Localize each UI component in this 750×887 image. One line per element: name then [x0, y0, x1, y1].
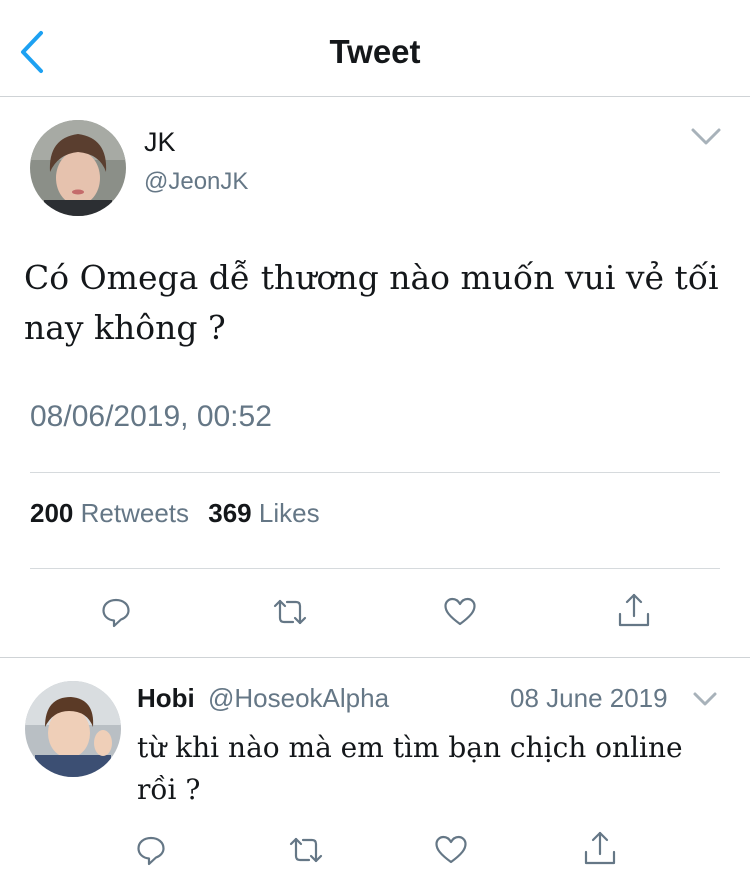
tweet-timestamp: 08/06/2019, 00:52 — [30, 400, 272, 433]
retweet-icon — [289, 837, 323, 863]
retweets-stat[interactable]: 200 Retweets — [30, 498, 189, 529]
like-button[interactable] — [440, 592, 480, 632]
reply-reply-button[interactable] — [131, 830, 171, 870]
likes-count: 369 — [208, 498, 252, 528]
chevron-down-icon — [691, 128, 721, 145]
reply-text: từ khi nào mà em tìm bạn chịch online rồ… — [137, 731, 683, 806]
heart-icon — [435, 835, 467, 864]
share-icon — [618, 593, 650, 627]
author-name[interactable]: JK — [144, 127, 176, 158]
chevron-down-icon — [693, 692, 717, 706]
retweets-label: Retweets — [80, 498, 190, 528]
tweet-text: Có Omega dễ thương nào muốn vui vẻ tối n… — [24, 258, 719, 347]
avatar-jk[interactable] — [30, 120, 126, 216]
retweet-icon — [273, 599, 307, 625]
share-icon — [584, 831, 616, 865]
tweet-stats: 200 Retweets 369 Likes — [30, 498, 320, 529]
likes-stat[interactable]: 369 Likes — [208, 498, 319, 529]
reply-retweet-button[interactable] — [286, 830, 326, 870]
author-handle[interactable]: @JeonJK — [144, 168, 248, 196]
reply-icon — [102, 598, 130, 628]
divider — [30, 472, 720, 473]
reply-icon — [137, 836, 165, 866]
top-bar: Tweet — [0, 0, 750, 97]
page-title: Tweet — [329, 33, 421, 70]
tweet-menu-button[interactable] — [690, 126, 722, 148]
divider — [30, 568, 720, 569]
share-button[interactable] — [614, 590, 654, 630]
avatar-hobi[interactable] — [25, 681, 121, 777]
reply-author-name[interactable]: Hobi — [137, 683, 195, 714]
reply-like-button[interactable] — [431, 830, 471, 870]
reply-date: 08 June 2019 — [510, 683, 668, 713]
likes-label: Likes — [258, 498, 320, 528]
reply-menu-button[interactable] — [692, 691, 718, 709]
reply-author-handle[interactable]: @HoseokAlpha — [208, 683, 389, 714]
section-divider — [0, 657, 750, 658]
heart-icon — [444, 597, 476, 626]
retweet-button[interactable] — [270, 592, 310, 632]
retweets-count: 200 — [30, 498, 74, 528]
reply-button[interactable] — [96, 592, 136, 632]
reply-share-button[interactable] — [580, 828, 620, 868]
